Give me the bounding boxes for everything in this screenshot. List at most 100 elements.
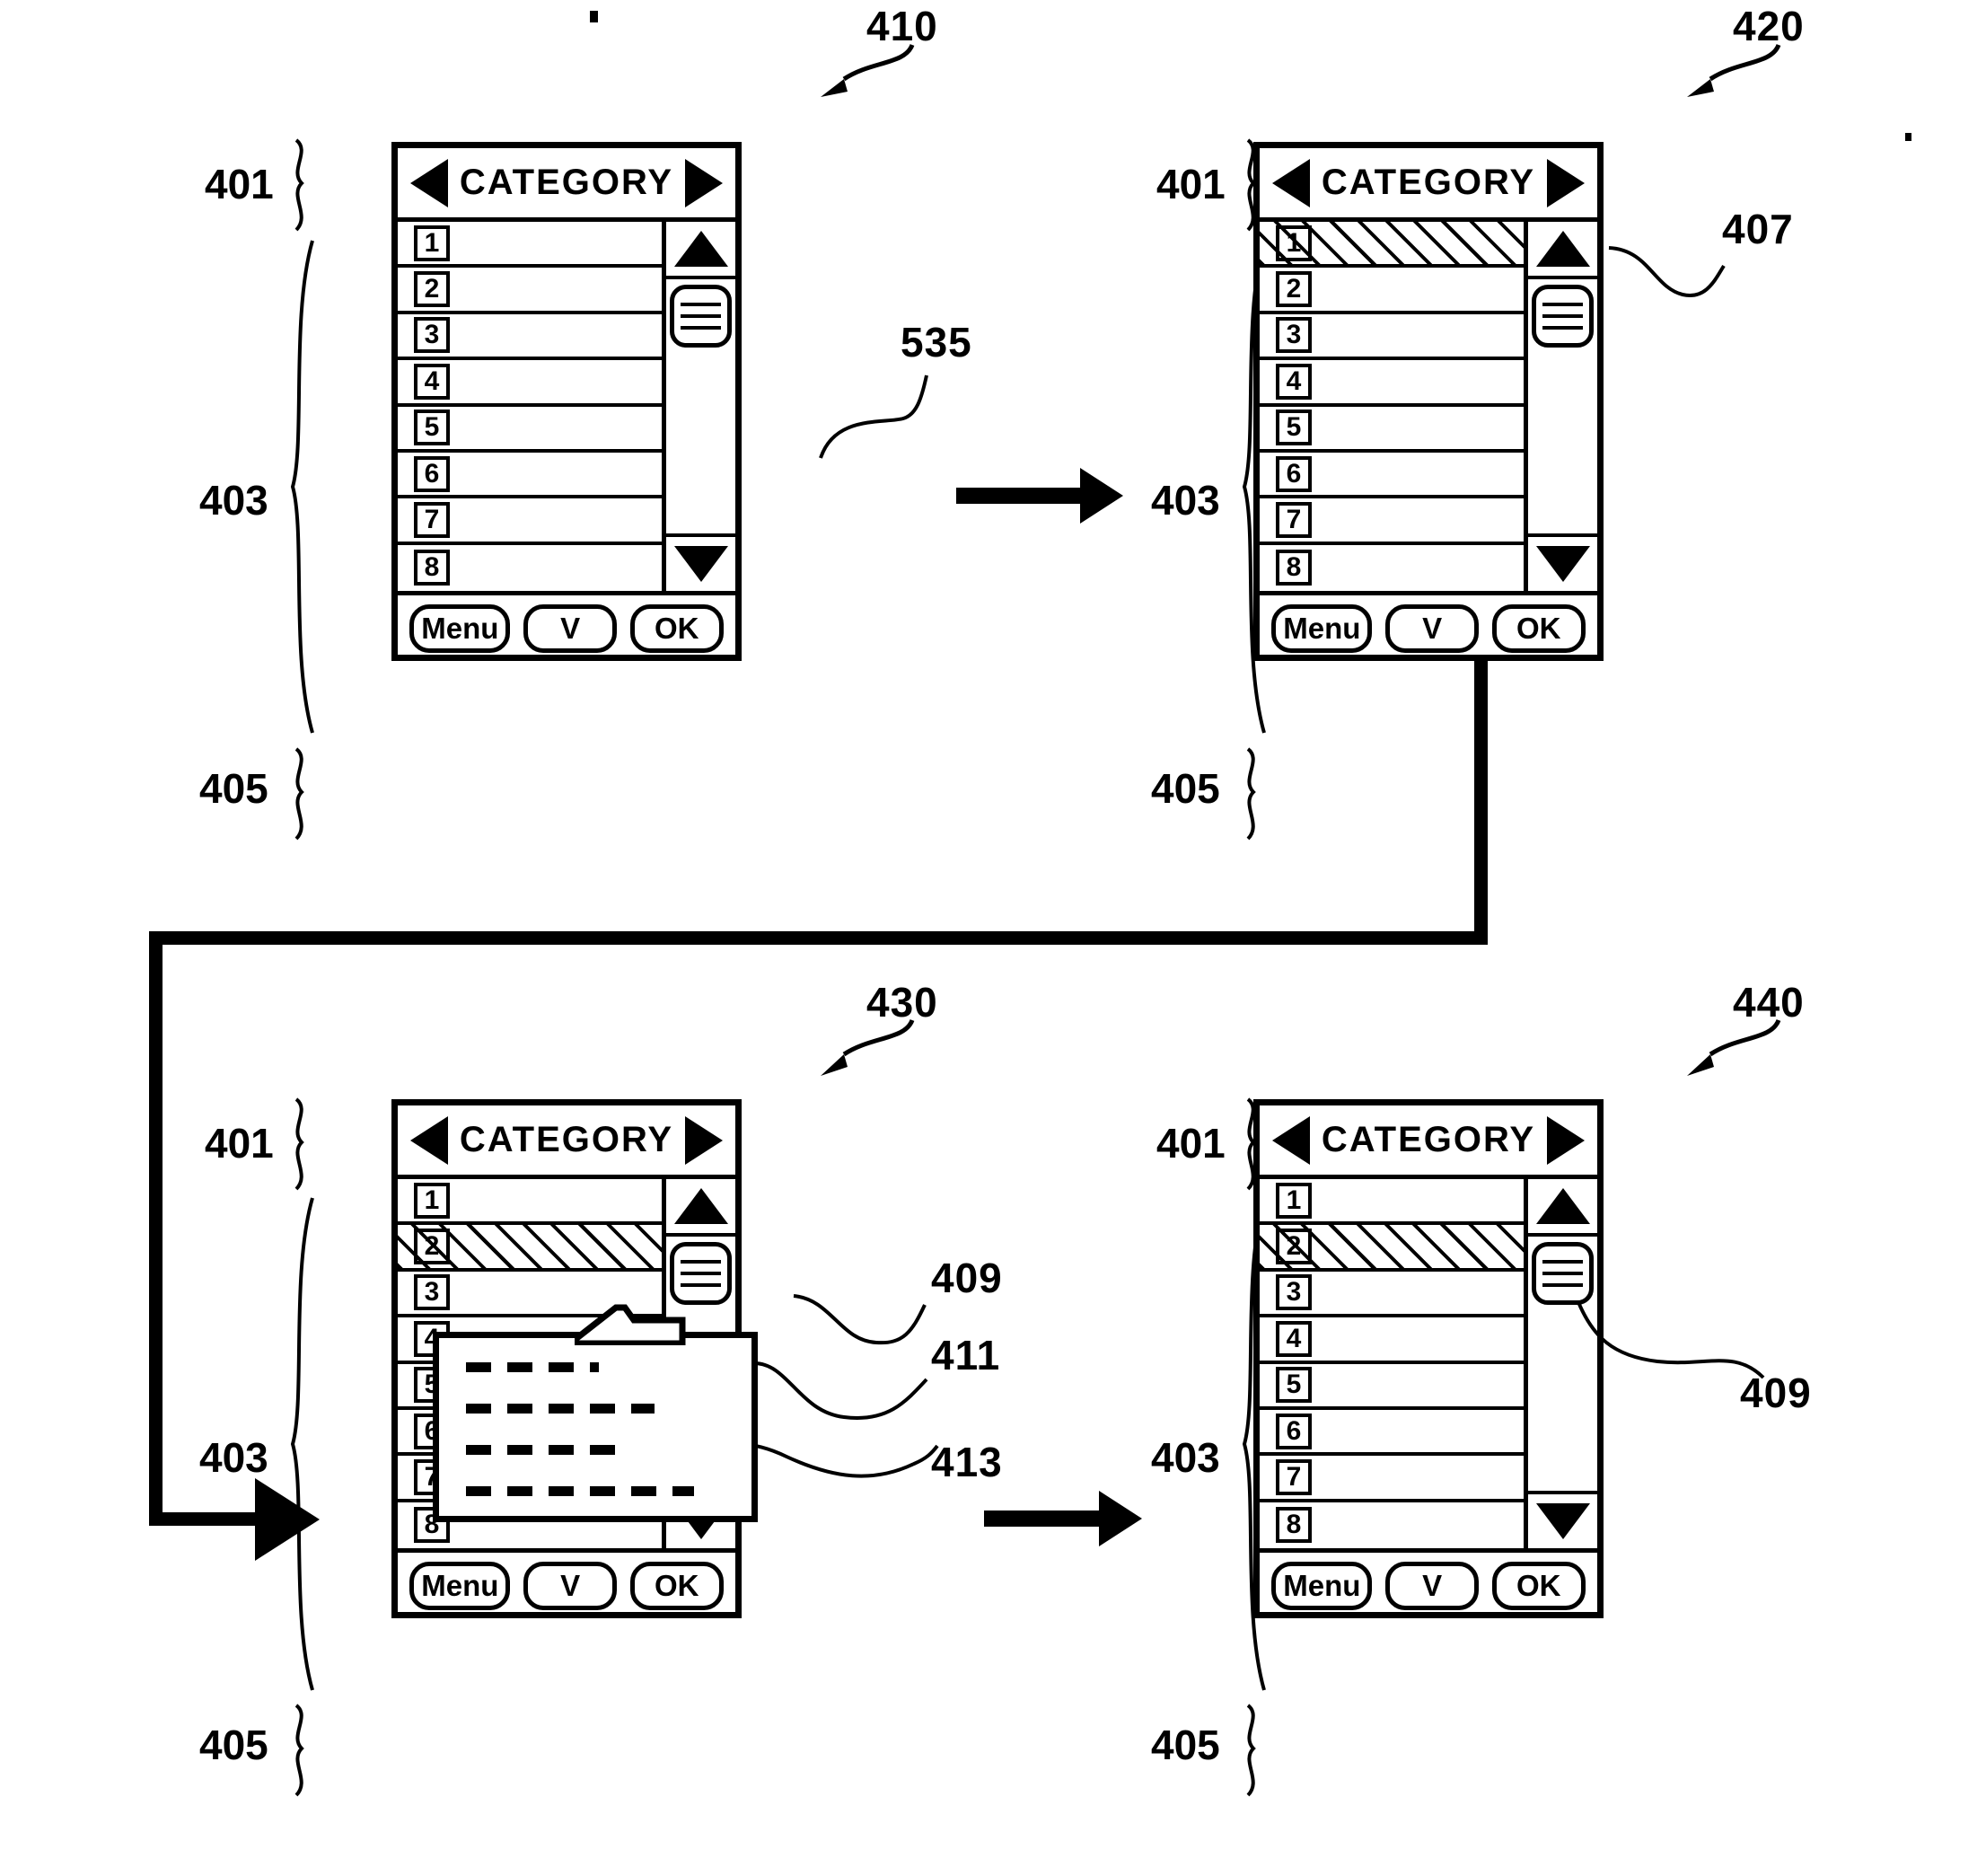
list-item[interactable]: 5 <box>1260 407 1524 453</box>
scroll-up-arrow-icon[interactable] <box>1528 1179 1597 1237</box>
list-item[interactable]: 5 <box>398 407 662 453</box>
v-button[interactable]: V <box>1385 1561 1480 1610</box>
popup-pointer-tail <box>575 1304 686 1345</box>
list-item-selected[interactable]: 2 <box>398 1225 662 1272</box>
next-arrow-icon[interactable] <box>685 158 723 207</box>
scrollbar-thumb[interactable] <box>670 285 732 348</box>
list-item[interactable]: 1 <box>1260 1179 1524 1226</box>
menu-button[interactable]: Menu <box>409 1561 511 1610</box>
device-panel-410: CATEGORY 1 2 3 4 5 6 7 8 Menu V OK <box>391 142 742 661</box>
ok-button[interactable]: OK <box>629 603 724 653</box>
list-item-selected[interactable]: 1 <box>1260 222 1524 269</box>
list-item-number: 7 <box>1276 1459 1312 1496</box>
v-button[interactable]: V <box>523 603 618 653</box>
list-item-number: 5 <box>1276 1367 1312 1404</box>
list-item[interactable]: 6 <box>1260 453 1524 499</box>
list-item[interactable]: 2 <box>1260 268 1524 314</box>
menu-button[interactable]: Menu <box>1271 1561 1373 1610</box>
list-item[interactable]: 5 <box>1260 1364 1524 1410</box>
scrollbar-420[interactable] <box>1524 222 1597 591</box>
list-item[interactable]: 4 <box>1260 360 1524 407</box>
popup-text-line <box>466 1486 694 1496</box>
list-item[interactable]: 8 <box>1260 545 1524 591</box>
list-item-selected[interactable]: 2 <box>1260 1225 1524 1272</box>
list-item-number: 3 <box>414 317 450 354</box>
section-label-405-panel410: 405 <box>199 765 268 812</box>
list-rows-410: 1 2 3 4 5 6 7 8 <box>398 222 662 591</box>
list-item[interactable]: 4 <box>398 360 662 407</box>
next-arrow-icon[interactable] <box>1547 1115 1585 1165</box>
list-item[interactable]: 1 <box>398 222 662 269</box>
list-item-number: 5 <box>1276 410 1312 446</box>
title-text-420: CATEGORY <box>1321 163 1536 202</box>
prev-arrow-icon[interactable] <box>1272 158 1310 207</box>
list-item-number: 6 <box>1276 455 1312 492</box>
list-item[interactable]: 1 <box>398 1179 662 1226</box>
section-label-401-panel420: 401 <box>1156 161 1226 207</box>
section-label-401-panel440: 401 <box>1156 1120 1226 1167</box>
popup-text-line <box>466 1404 655 1414</box>
panel-ref-430-leader <box>821 1018 915 1076</box>
scroll-up-arrow-icon[interactable] <box>666 222 735 279</box>
scan-artifact-dot <box>590 11 598 22</box>
scroll-up-arrow-icon[interactable] <box>666 1179 735 1237</box>
flow-connector-stub <box>149 1512 257 1526</box>
ok-button[interactable]: OK <box>1491 603 1586 653</box>
list-item[interactable]: 7 <box>1260 1456 1524 1502</box>
ok-button[interactable]: OK <box>629 1561 724 1610</box>
callout-411-panel430: 411 <box>931 1332 1001 1378</box>
callout-535: 535 <box>901 319 972 366</box>
scroll-down-arrow-icon[interactable] <box>1528 1491 1597 1548</box>
next-arrow-icon[interactable] <box>685 1115 723 1165</box>
list-rows-420: 1 2 3 4 5 6 7 8 <box>1260 222 1524 591</box>
title-text-410: CATEGORY <box>459 163 674 202</box>
list-item-number: 6 <box>414 455 450 492</box>
prev-arrow-icon[interactable] <box>410 158 448 207</box>
popup-text-line <box>466 1362 599 1372</box>
menu-button[interactable]: Menu <box>409 603 511 653</box>
ok-button[interactable]: OK <box>1491 1561 1586 1610</box>
device-panel-440: CATEGORY 1 2 3 4 5 6 7 8 Menu V OK <box>1253 1099 1604 1618</box>
list-item[interactable]: 2 <box>398 268 662 314</box>
scroll-up-arrow-icon[interactable] <box>1528 222 1597 279</box>
scroll-down-arrow-icon[interactable] <box>666 533 735 591</box>
prev-arrow-icon[interactable] <box>410 1115 448 1165</box>
list-item[interactable]: 8 <box>1260 1502 1524 1548</box>
v-button[interactable]: V <box>1385 603 1480 653</box>
flow-arrow-410-to-420 <box>956 488 1082 504</box>
list-area-420: 1 2 3 4 5 6 7 8 <box>1260 222 1597 591</box>
list-item[interactable]: 3 <box>398 314 662 361</box>
list-item[interactable]: 3 <box>1260 314 1524 361</box>
flow-connector-vertical-right <box>1474 661 1488 945</box>
scrollbar-410[interactable] <box>662 222 735 591</box>
list-item[interactable]: 3 <box>1260 1272 1524 1318</box>
next-arrow-icon[interactable] <box>1547 158 1585 207</box>
title-text-440: CATEGORY <box>1321 1120 1536 1159</box>
scrollbar-thumb[interactable] <box>1532 285 1594 348</box>
list-item[interactable]: 8 <box>398 545 662 591</box>
list-item-number: 1 <box>414 1182 450 1219</box>
menu-button[interactable]: Menu <box>1271 603 1373 653</box>
scroll-down-arrow-icon[interactable] <box>1528 533 1597 591</box>
list-item[interactable]: 7 <box>1260 498 1524 545</box>
v-button[interactable]: V <box>523 1561 618 1610</box>
title-text-430: CATEGORY <box>459 1120 674 1159</box>
prev-arrow-icon[interactable] <box>1272 1115 1310 1165</box>
flow-connector-vertical-left <box>149 931 163 1526</box>
flow-connector-horizontal <box>149 931 1488 945</box>
list-item[interactable]: 6 <box>398 453 662 499</box>
scrollbar-thumb[interactable] <box>670 1242 732 1305</box>
flow-arrow-430-to-440 <box>984 1510 1101 1527</box>
panel-ref-440-leader <box>1687 1018 1781 1076</box>
panel-ref-410-leader <box>821 43 915 97</box>
list-item-number: 2 <box>1276 1229 1312 1265</box>
panel-ref-420-leader <box>1687 43 1781 97</box>
callout-535-leader <box>819 374 928 459</box>
list-item-number: 1 <box>1276 1182 1312 1219</box>
list-item[interactable]: 6 <box>1260 1410 1524 1457</box>
brace-405-panel440 <box>1246 1704 1256 1797</box>
button-bar-420: Menu V OK <box>1260 591 1597 661</box>
list-item[interactable]: 7 <box>398 498 662 545</box>
device-panel-420: CATEGORY 1 2 3 4 5 6 7 8 Menu V OK <box>1253 142 1604 661</box>
list-item[interactable]: 4 <box>1260 1317 1524 1364</box>
